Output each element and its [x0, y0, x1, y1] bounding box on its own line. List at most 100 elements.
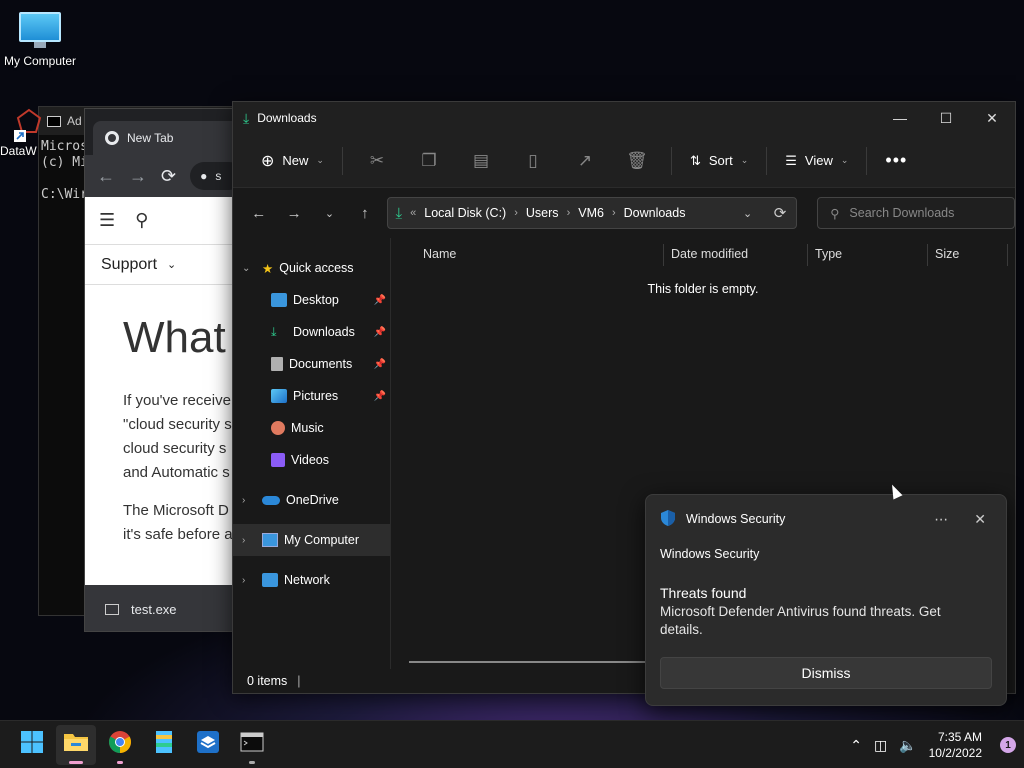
- notification-body[interactable]: Microsoft Defender Antivirus found threa…: [660, 603, 980, 639]
- column-size[interactable]: Size: [927, 238, 959, 270]
- download-shelf[interactable]: test.exe: [85, 585, 243, 631]
- share-icon[interactable]: ↗: [561, 151, 609, 171]
- download-icon: ⤓: [271, 325, 277, 339]
- column-name[interactable]: Name: [415, 238, 456, 270]
- security-notification[interactable]: Windows Security ⋯ ✕ Windows Security Th…: [645, 494, 1007, 706]
- taskbar: ⌃ ◫ 🔈 7:35 AM 10/2/2022 1: [0, 720, 1024, 768]
- address-bar[interactable]: ⤓ « Local Disk (C:) › Users › VM6 › Down…: [386, 197, 798, 229]
- taskbar-winrar[interactable]: [144, 725, 184, 765]
- refresh-icon[interactable]: ⟳: [774, 204, 787, 222]
- support-menu[interactable]: Support ⌄: [85, 245, 243, 285]
- up-icon[interactable]: ↑: [351, 205, 378, 222]
- maximize-button[interactable]: ☐: [923, 102, 969, 134]
- nav-label: Music: [291, 421, 324, 435]
- network-icon: [262, 573, 278, 587]
- nav-network[interactable]: › Network: [233, 564, 390, 596]
- chevron-right-icon: ›: [514, 207, 518, 219]
- recent-locations-icon[interactable]: ⌄: [316, 207, 343, 220]
- plus-circle-icon: ⊕: [261, 152, 275, 170]
- clock-time: 7:35 AM: [937, 730, 982, 744]
- breadcrumb-overflow[interactable]: «: [410, 207, 416, 219]
- taskbar-chrome[interactable]: [100, 725, 140, 765]
- breadcrumb-item[interactable]: Users: [526, 206, 559, 220]
- chevron-up-icon[interactable]: ⌃: [850, 737, 862, 754]
- tab-new-tab[interactable]: New Tab: [93, 121, 243, 155]
- nav-item-desktop[interactable]: Desktop 📌: [233, 284, 390, 316]
- breadcrumb-item[interactable]: Local Disk (C:): [424, 206, 506, 220]
- clock-date: 10/2/2022: [928, 746, 982, 760]
- close-icon[interactable]: ✕: [974, 511, 986, 528]
- horizontal-scrollbar[interactable]: [409, 661, 645, 663]
- divider: |: [297, 674, 301, 688]
- column-type[interactable]: Type: [807, 238, 842, 270]
- site-nav: ☰ ⚲: [85, 197, 243, 245]
- more-options-button[interactable]: •••: [877, 145, 915, 177]
- sort-button[interactable]: ⇅ Sort ⌄: [682, 145, 756, 177]
- back-icon[interactable]: ←: [245, 205, 272, 222]
- chevron-right-icon[interactable]: ›: [242, 535, 254, 546]
- breadcrumb-item[interactable]: VM6: [578, 206, 604, 220]
- notification-actions: ⋯ ✕: [934, 511, 992, 528]
- clock[interactable]: 7:35 AM 10/2/2022: [929, 729, 982, 761]
- divider: [1007, 244, 1008, 266]
- view-button[interactable]: ☰ View ⌄: [777, 145, 856, 177]
- forward-icon[interactable]: →: [280, 205, 307, 222]
- package-icon: [196, 730, 220, 759]
- desktop-icon-my-computer[interactable]: My Computer: [0, 12, 80, 68]
- forward-icon[interactable]: →: [129, 166, 147, 187]
- hamburger-menu-icon[interactable]: ☰: [99, 210, 115, 231]
- volume-icon[interactable]: 🔈: [899, 737, 916, 754]
- desktop-icon-dataw[interactable]: DataW: [0, 108, 42, 158]
- notification-badge[interactable]: 1: [1000, 737, 1016, 753]
- nav-label: Network: [284, 573, 330, 587]
- search-icon[interactable]: ⚲: [135, 210, 148, 231]
- breadcrumb-item[interactable]: Downloads: [624, 206, 686, 220]
- pin-icon: 📌: [373, 390, 386, 402]
- explorer-titlebar[interactable]: ⤓ Downloads — ☐ ✕: [233, 102, 1015, 134]
- nav-onedrive[interactable]: › OneDrive: [233, 484, 390, 516]
- nav-item-videos[interactable]: Videos: [233, 444, 390, 476]
- start-button[interactable]: [12, 725, 52, 765]
- command-bar: ⊕ New ⌄ ✂ ❐ ▤ ▯ ↗ 🗑 ⇅ Sort ⌄ ☰ View ⌄ ••…: [233, 134, 1015, 188]
- cmd-title: Ad: [67, 114, 82, 128]
- chrome-icon: [105, 131, 119, 145]
- delete-icon[interactable]: 🗑: [613, 151, 661, 171]
- network-icon[interactable]: ◫: [874, 737, 887, 754]
- rename-icon[interactable]: ▯: [509, 151, 557, 171]
- taskbar-file-explorer[interactable]: [56, 724, 96, 765]
- minimize-button[interactable]: —: [877, 102, 923, 134]
- chrome-window[interactable]: New Tab ← → ⟳ ● s ☰ ⚲ Support ⌄ What If …: [84, 108, 244, 632]
- dataw-app-icon: [14, 108, 44, 142]
- back-icon[interactable]: ←: [97, 166, 115, 187]
- chevron-right-icon[interactable]: ›: [242, 495, 254, 506]
- tab-label: New Tab: [127, 131, 174, 145]
- notification-source: Windows Security: [660, 547, 760, 561]
- more-icon[interactable]: ⋯: [934, 511, 948, 528]
- address-text: s: [215, 169, 222, 183]
- cut-icon[interactable]: ✂: [353, 151, 401, 171]
- chevron-down-icon[interactable]: ⌄: [242, 263, 254, 274]
- nav-item-pictures[interactable]: Pictures 📌: [233, 380, 390, 412]
- nav-quick-access[interactable]: ⌄ ★ Quick access: [233, 252, 390, 284]
- close-button[interactable]: ✕: [969, 102, 1015, 134]
- chevron-down-icon[interactable]: ⌄: [743, 207, 752, 220]
- nav-item-documents[interactable]: Documents 📌: [233, 348, 390, 380]
- new-button[interactable]: ⊕ New ⌄: [253, 145, 332, 177]
- chevron-down-icon: ⌄: [316, 155, 324, 165]
- nav-item-downloads[interactable]: ⤓ Downloads 📌: [233, 316, 390, 348]
- dismiss-button[interactable]: Dismiss: [660, 657, 992, 689]
- reload-icon[interactable]: ⟳: [161, 166, 176, 187]
- support-label: Support: [101, 255, 158, 273]
- taskbar-app-installer[interactable]: [188, 725, 228, 765]
- search-field[interactable]: ⚲ Search Downloads: [817, 197, 1016, 229]
- window-title: Downloads: [257, 111, 317, 125]
- nav-item-music[interactable]: Music: [233, 412, 390, 444]
- taskbar-terminal[interactable]: [232, 725, 272, 765]
- chevron-right-icon[interactable]: ›: [242, 575, 254, 586]
- column-date-modified[interactable]: Date modified: [663, 238, 748, 270]
- nav-my-computer[interactable]: › My Computer: [233, 524, 390, 556]
- paste-icon[interactable]: ▤: [457, 151, 505, 171]
- column-headers: Name Date modified Type Size: [391, 238, 1015, 270]
- copy-icon[interactable]: ❐: [405, 151, 453, 171]
- desktop-icon-label: DataW: [0, 144, 37, 158]
